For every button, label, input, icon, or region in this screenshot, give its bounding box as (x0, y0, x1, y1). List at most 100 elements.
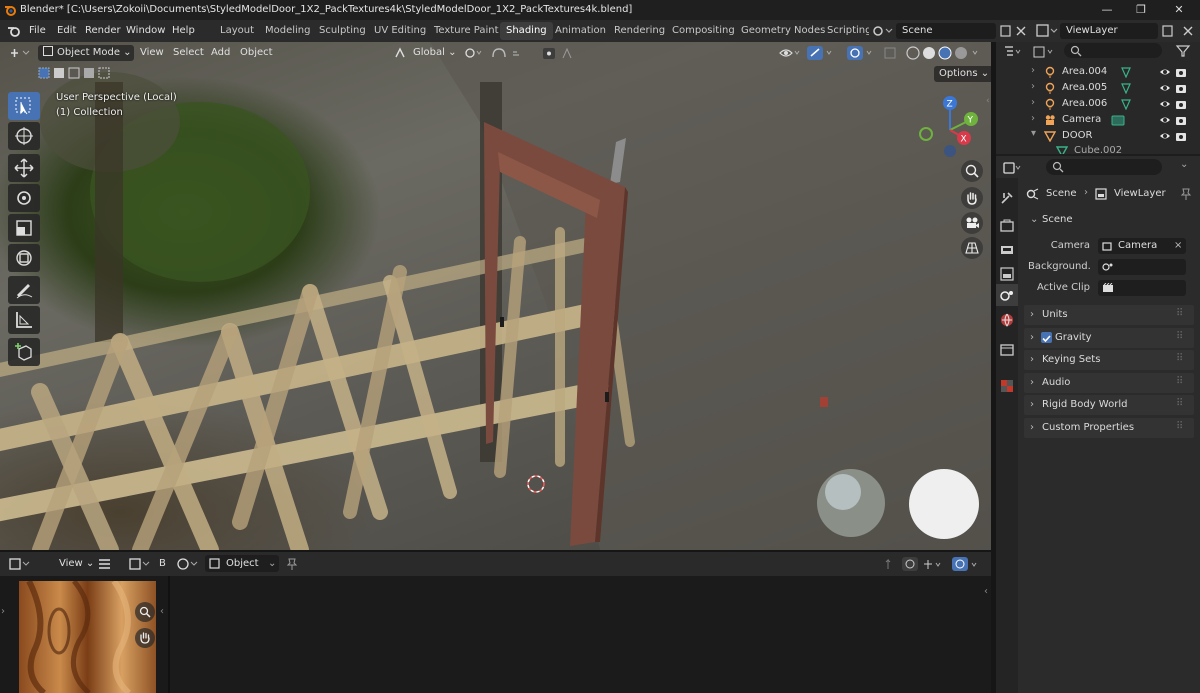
outliner-row[interactable]: › Area.004 (996, 64, 1200, 80)
editor-type-icon[interactable] (8, 46, 32, 60)
tab-texture-paint[interactable]: Texture Paint (428, 22, 505, 40)
3d-viewport[interactable]: User Perspective (Local) (1) Collection … (0, 42, 991, 550)
drag-handle-icon[interactable]: ⠿ (1176, 304, 1183, 324)
ortho-toggle-button[interactable] (961, 237, 983, 259)
world-tab-icon[interactable] (999, 312, 1015, 328)
transform-orientation-dropdown[interactable]: Global ⌄ (408, 45, 461, 61)
tab-geometry-nodes[interactable]: Geometry Nodes (735, 22, 831, 40)
view-layer-actions-icon[interactable] (1162, 24, 1196, 38)
node-editor-tools-icons[interactable] (884, 557, 984, 571)
outliner-row[interactable]: › Area.006 (996, 96, 1200, 112)
render-camera-icon[interactable] (1175, 114, 1187, 126)
section-units[interactable]: › Units ⠿ (1024, 305, 1194, 325)
render-camera-icon[interactable] (1175, 66, 1187, 78)
visibility-eye-icon[interactable] (1159, 99, 1171, 109)
camera-field[interactable]: Camera × (1098, 238, 1186, 254)
drag-handle-icon[interactable]: ⠿ (1176, 372, 1183, 392)
area-divider[interactable] (991, 42, 996, 693)
expand-arrow-icon[interactable]: › (1031, 65, 1035, 76)
collapse-arrow-icon[interactable]: ▾ (1031, 128, 1036, 139)
texture-zoom-button[interactable] (135, 602, 155, 622)
view-layer-selector-icon[interactable] (1036, 24, 1058, 38)
gizmo-neg-z[interactable] (944, 145, 956, 157)
blender-menu-icon[interactable] (7, 25, 21, 38)
image-editor-type-icon[interactable] (128, 557, 152, 571)
pin-icon[interactable] (286, 557, 298, 571)
selection-mode-icons[interactable] (38, 66, 118, 80)
scene-field[interactable]: Scene (896, 23, 996, 39)
outliner-filter-icon[interactable] (1174, 44, 1194, 58)
scene-tab-icon[interactable] (999, 288, 1015, 304)
viewport-display-controls[interactable] (777, 45, 987, 61)
section-rigid-body-world[interactable]: › Rigid Body World ⠿ (1024, 395, 1194, 415)
pin-icon[interactable] (1180, 187, 1192, 201)
scene-actions-icon[interactable] (1000, 24, 1028, 38)
visibility-eye-icon[interactable] (1159, 83, 1171, 93)
maximize-button[interactable]: ❐ (1126, 2, 1156, 18)
tab-rendering[interactable]: Rendering (608, 22, 671, 40)
properties-editor-type-icon[interactable] (1002, 160, 1042, 176)
zoom-button[interactable] (961, 160, 983, 182)
viewport-menu-add[interactable]: Add (206, 45, 235, 61)
menu-edit[interactable]: Edit (57, 25, 76, 36)
properties-search-input[interactable] (1046, 159, 1162, 175)
tab-sculpting[interactable]: Sculpting (313, 22, 372, 40)
menu-file[interactable]: File (29, 25, 46, 36)
gizmo-neg-y[interactable] (919, 127, 933, 141)
outliner-row[interactable]: › Area.005 (996, 80, 1200, 96)
visibility-eye-icon[interactable] (1159, 67, 1171, 77)
menu-help[interactable]: Help (172, 25, 195, 36)
tab-scripting[interactable]: Scripting (821, 22, 869, 40)
pan-button[interactable] (961, 187, 983, 209)
render-camera-icon[interactable] (1175, 98, 1187, 110)
file-browser-type-icon[interactable] (8, 557, 32, 571)
tab-animation[interactable]: Animation (549, 22, 612, 40)
section-audio[interactable]: › Audio ⠿ (1024, 373, 1194, 393)
texture-pan-button[interactable] (135, 628, 155, 648)
render-camera-icon[interactable] (1175, 130, 1187, 142)
section-gravity[interactable]: › Gravity ⠿ (1024, 328, 1194, 348)
visibility-eye-icon[interactable] (1159, 115, 1171, 125)
view-layer-tab-icon[interactable] (999, 266, 1015, 282)
drag-handle-icon[interactable]: ⠿ (1176, 349, 1183, 369)
options-dropdown[interactable]: Options ⌄ (934, 66, 995, 82)
close-button[interactable]: ✕ (1164, 2, 1194, 18)
output-tab-icon[interactable] (999, 242, 1015, 258)
expand-arrow-icon[interactable]: › (1031, 81, 1035, 92)
drag-handle-icon[interactable]: ⠿ (1176, 394, 1183, 414)
minimize-button[interactable]: — (1092, 2, 1122, 18)
shader-type-icon[interactable] (176, 557, 200, 571)
snapping-tools-icons[interactable] (463, 46, 593, 60)
clear-camera-icon[interactable]: × (1174, 238, 1182, 254)
shader-object-dropdown[interactable]: Object ⌄ (205, 555, 279, 572)
outliner-header-icons[interactable] (1002, 44, 1062, 60)
right-panel-toggle-icon[interactable]: ‹ (160, 606, 164, 617)
navigation-gizmo[interactable]: Z Y X (912, 94, 982, 158)
scene-selector-icon[interactable] (872, 24, 894, 38)
drag-handle-icon[interactable]: ⠿ (1176, 327, 1183, 347)
gravity-checkbox[interactable] (1041, 332, 1052, 343)
tab-shading[interactable]: Shading (500, 22, 553, 40)
annotate-tool[interactable] (8, 276, 40, 304)
drag-handle-icon[interactable]: ⠿ (1176, 417, 1183, 437)
tab-layout[interactable]: Layout (214, 22, 260, 40)
viewport-menu-view[interactable]: View (135, 45, 169, 61)
tool-tab-icon[interactable] (999, 190, 1015, 206)
viewport-menu-object[interactable]: Object (235, 45, 278, 61)
measure-tool[interactable] (8, 306, 40, 334)
outliner-row[interactable]: › Camera (996, 112, 1200, 128)
collection-tab-icon[interactable] (999, 342, 1015, 358)
bottom-view-menu[interactable]: View ⌄ (59, 558, 94, 569)
texture-tab-icon[interactable] (999, 378, 1015, 394)
shader-editor[interactable]: ‹ (170, 576, 991, 693)
tab-uv-editing[interactable]: UV Editing (368, 22, 432, 40)
render-tab-icon[interactable] (999, 218, 1015, 234)
expand-arrow-icon[interactable]: › (1031, 113, 1035, 124)
menu-window[interactable]: Window (126, 25, 165, 36)
rotate-tool[interactable] (8, 184, 40, 212)
object-mode-dropdown[interactable]: Object Mode ⌄ (38, 45, 134, 61)
camera-view-button[interactable] (961, 212, 983, 234)
shader-sidebar-toggle-icon[interactable]: ‹ (984, 586, 988, 597)
active-clip-field[interactable] (1098, 280, 1186, 296)
scene-panel-header[interactable]: ⌄ Scene (1024, 210, 1194, 230)
